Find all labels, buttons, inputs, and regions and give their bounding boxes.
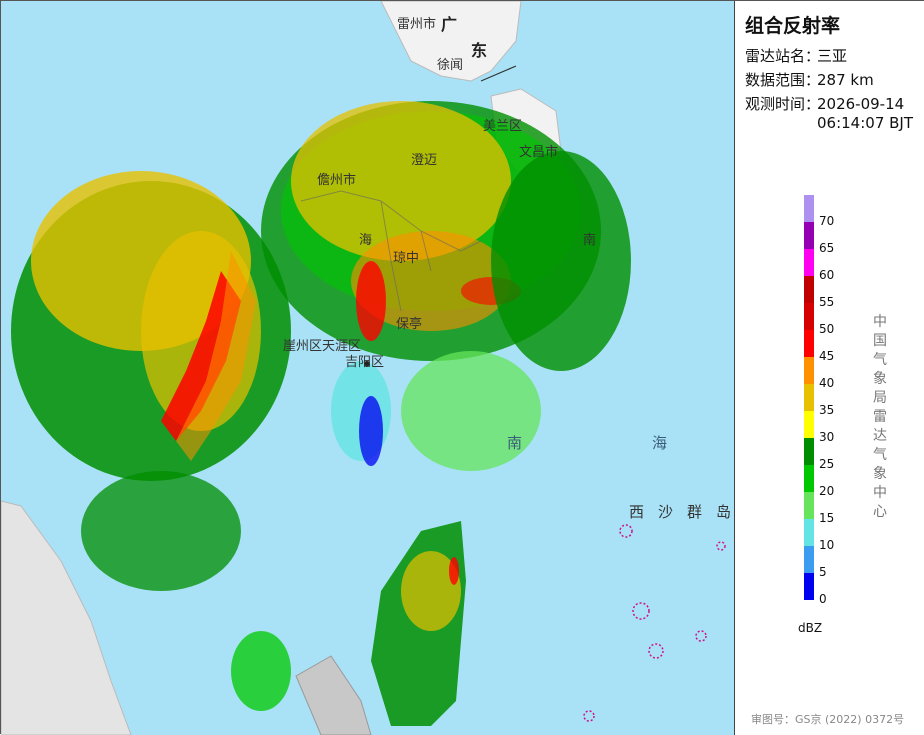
echo-near-blue <box>359 396 383 466</box>
legend-value-10: 10 <box>819 538 835 552</box>
label-leizhou: 雷州市 <box>397 17 437 32</box>
echo-sw-green2 <box>231 631 291 711</box>
radar-window: 雷州市 广 东 徐闻 美兰区 文昌市 澄迈 儋州市 海 南 琼中 保亭 崖州区天… <box>0 0 924 735</box>
legend-swatch-70 <box>804 195 814 222</box>
legend-value-70: 70 <box>819 214 835 228</box>
xisha-islands <box>583 524 726 722</box>
label-xuwen: 徐闻 <box>437 58 464 73</box>
legend-swatch-5 <box>804 546 814 573</box>
label-guangdong-1: 广 <box>441 15 458 34</box>
legend-value-0: 0 <box>819 592 827 606</box>
time-key: 观测时间： <box>745 95 821 113</box>
label-qiongzhong: 琼中 <box>393 251 420 266</box>
station-key: 雷达站名： <box>745 47 821 65</box>
legend-value-60: 60 <box>819 268 835 282</box>
label-jiyang: 吉阳区 <box>345 355 385 370</box>
map-approval-number: 审图号：GS京 (2022) 0372号 <box>751 713 905 726</box>
legend-swatch-50 <box>804 303 814 330</box>
credit-vertical: 中国气象局雷达气象中心 <box>873 314 887 520</box>
label-chengmai: 澄迈 <box>411 153 438 168</box>
legend-value-30: 30 <box>819 430 835 444</box>
label-meilan: 美兰区 <box>483 119 523 134</box>
echo-east-green <box>491 151 631 371</box>
legend-swatch-55 <box>804 276 814 303</box>
station-row: 雷达站名：三亚 <box>745 45 847 66</box>
time-date: 2026-09-14 <box>817 95 905 113</box>
product-title: 组合反射率 <box>745 15 841 37</box>
legend-swatch-20 <box>804 465 814 492</box>
legend-value-65: 65 <box>819 241 835 255</box>
legend-value-25: 25 <box>819 457 835 471</box>
label-danzhou: 儋州市 <box>317 173 357 188</box>
legend-swatch-25 <box>804 438 814 465</box>
legend-value-15: 15 <box>819 511 835 525</box>
legend-swatch-35 <box>804 384 814 411</box>
legend-swatch-10 <box>804 519 814 546</box>
echo-south-lightgreen <box>401 351 541 471</box>
time-row: 观测时间：2026-09-14 <box>745 93 904 114</box>
label-nan: 南 <box>583 233 597 248</box>
legend-swatch-15 <box>804 492 814 519</box>
southwest-land <box>295 655 372 735</box>
echo-sw-green <box>81 471 241 591</box>
legend-value-5: 5 <box>819 565 827 579</box>
time-clock: 06:14:07 BJT <box>817 114 914 132</box>
legend-value-35: 35 <box>819 403 835 417</box>
label-baoting: 保亭 <box>396 317 423 332</box>
label-south-sea-2: 海 <box>652 434 668 452</box>
range-key: 数据范围： <box>745 71 821 89</box>
time-row-2: 06:14:07 BJT <box>817 114 913 132</box>
station-value: 三亚 <box>817 47 848 65</box>
legend-unit: dBZ <box>798 621 823 635</box>
legend-swatch-65 <box>804 222 814 249</box>
legend-value-55: 55 <box>819 295 835 309</box>
legend-swatch-30 <box>804 411 814 438</box>
label-hai: 海 <box>359 233 373 248</box>
legend-swatch-0 <box>804 573 814 600</box>
radar-map[interactable]: 雷州市 广 东 徐闻 美兰区 文昌市 澄迈 儋州市 海 南 琼中 保亭 崖州区天… <box>1 1 735 735</box>
label-xisha: 西沙群岛 <box>629 503 735 521</box>
info-panel: 组合反射率 雷达站名：三亚 数据范围：287 km 观测时间：2026-09-1… <box>735 1 924 735</box>
legend-swatch-60 <box>804 249 814 276</box>
echo-south-strip-red <box>449 557 459 585</box>
legend-value-40: 40 <box>819 376 835 390</box>
label-south-sea-1: 南 <box>507 434 523 452</box>
range-value: 287 km <box>817 71 874 89</box>
range-row: 数据范围：287 km <box>745 69 874 90</box>
label-wenchang: 文昌市 <box>519 145 559 160</box>
label-guangdong-2: 东 <box>471 41 488 60</box>
echo-central-red <box>356 261 386 341</box>
legend-value-20: 20 <box>819 484 835 498</box>
legend-value-50: 50 <box>819 322 835 336</box>
legend-swatch-40 <box>804 357 814 384</box>
legend-swatch-45 <box>804 330 814 357</box>
legend-value-45: 45 <box>819 349 835 363</box>
